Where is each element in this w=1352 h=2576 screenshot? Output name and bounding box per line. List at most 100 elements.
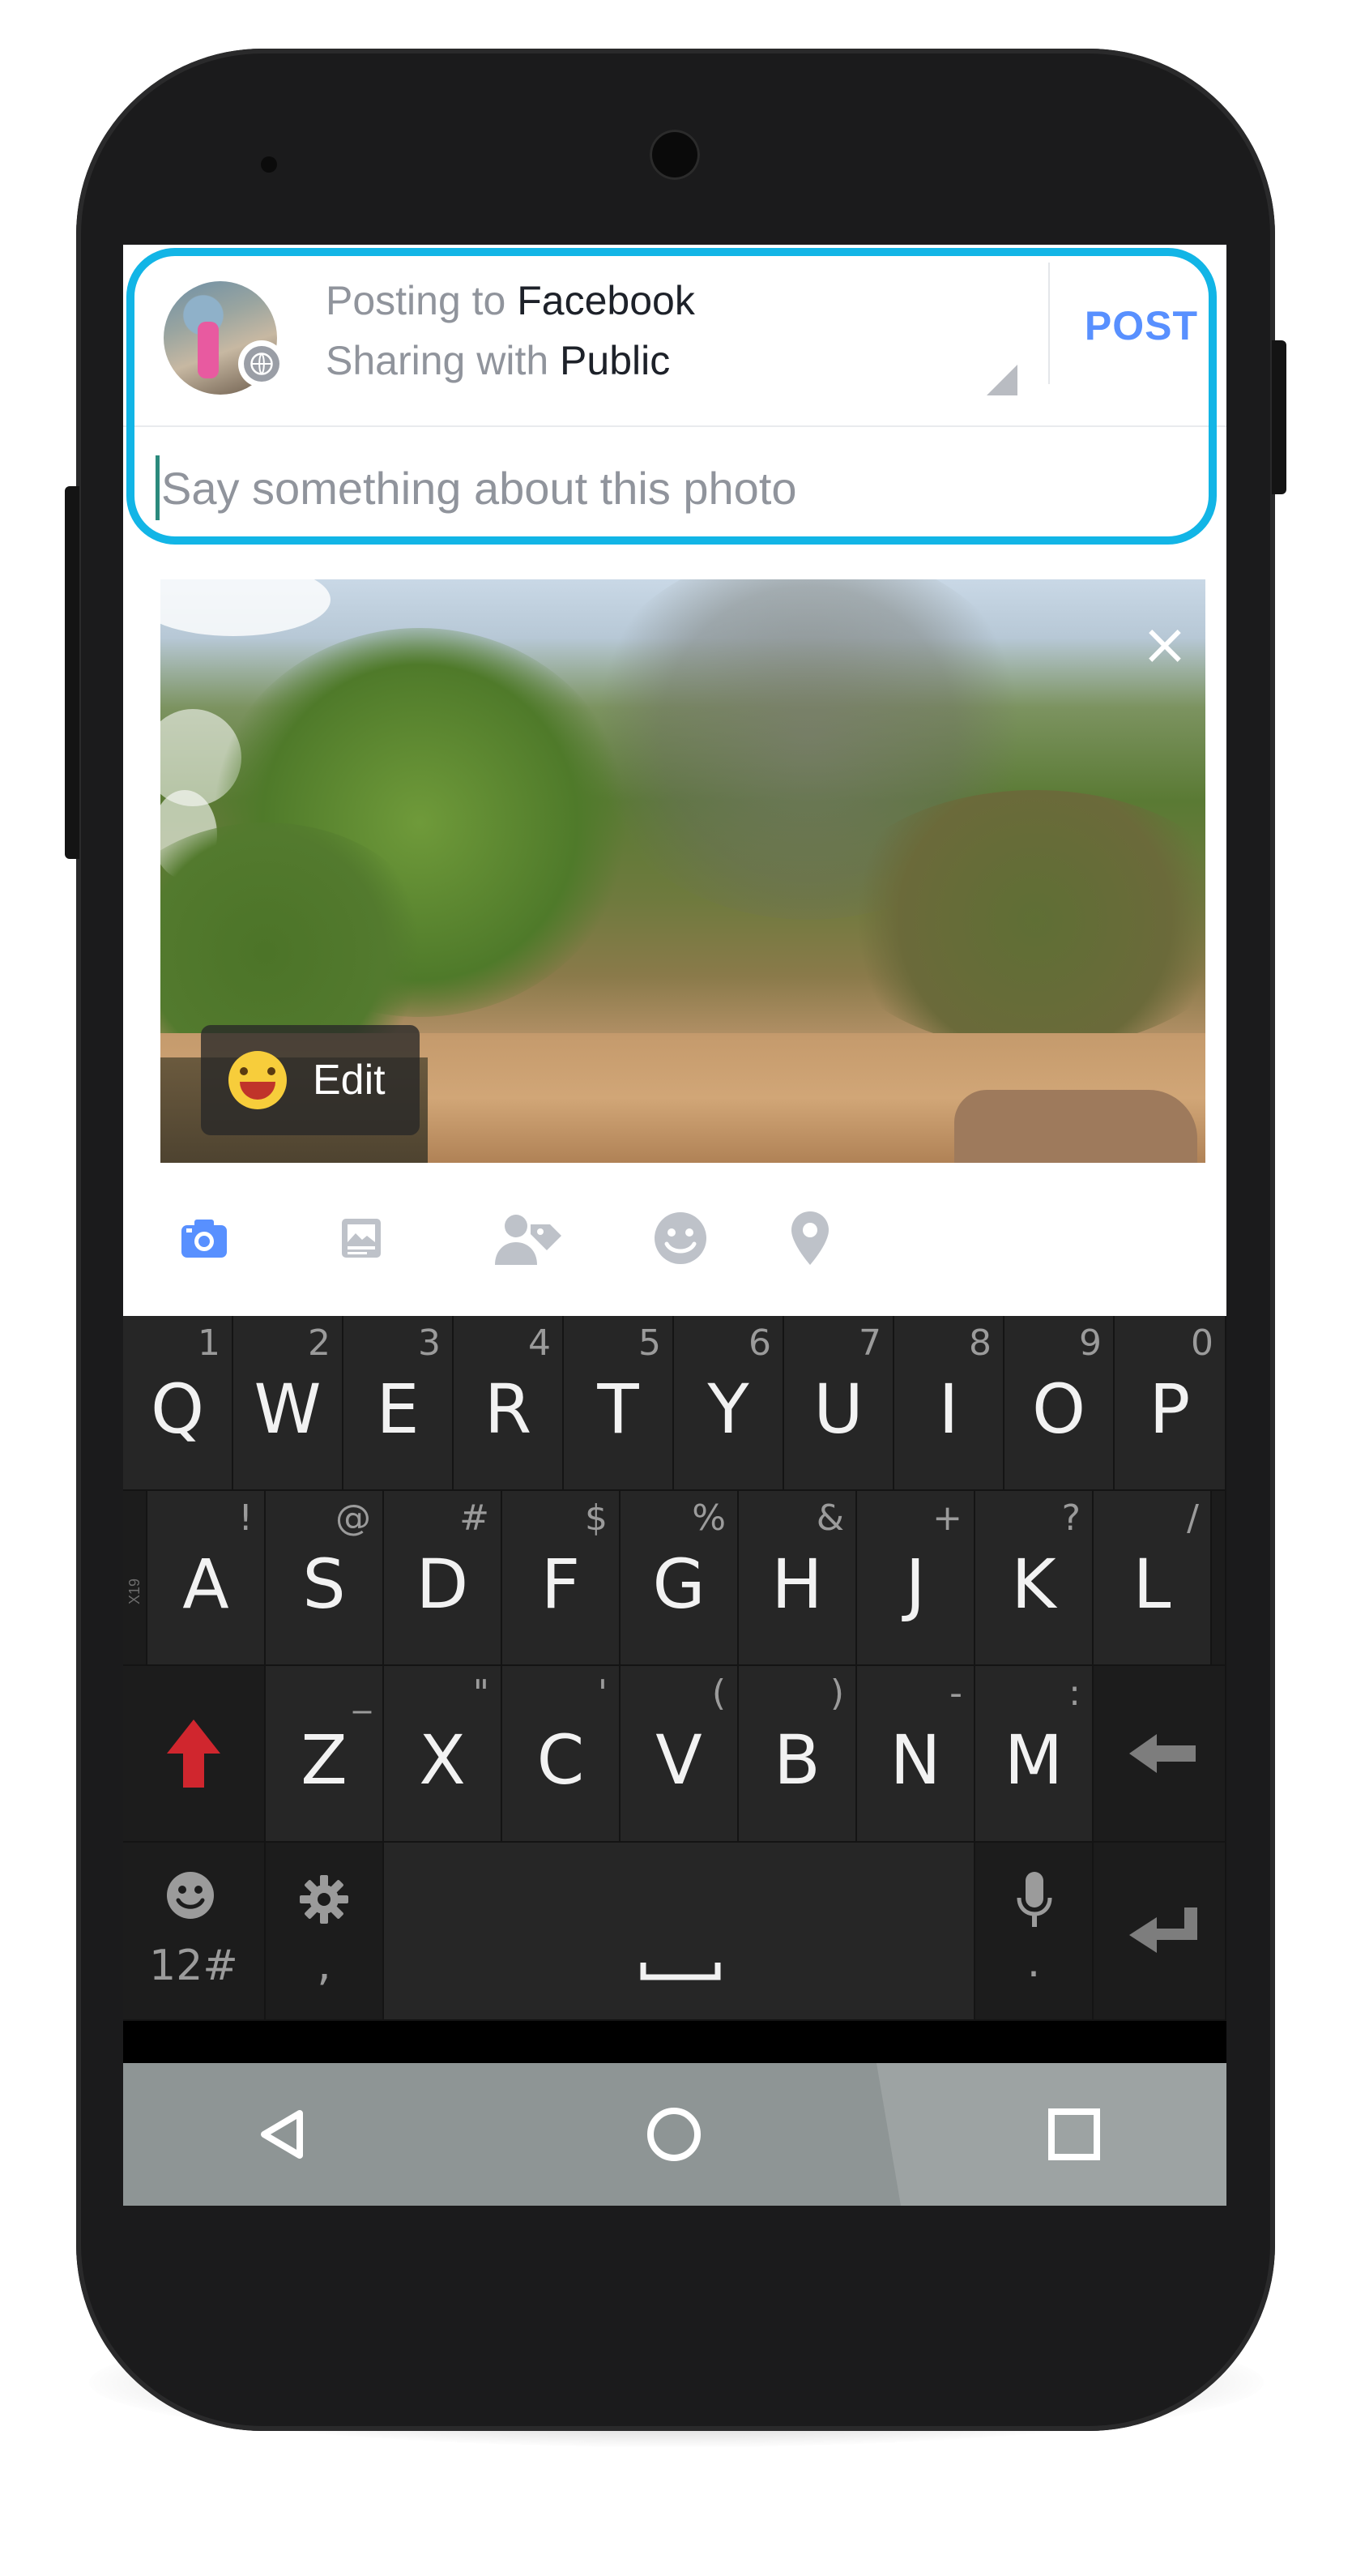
shift-arrow-icon xyxy=(167,1719,220,1788)
key-z-label: Z xyxy=(301,1719,348,1800)
key-r-label: R xyxy=(484,1369,532,1449)
period-label: . xyxy=(1026,1938,1041,1987)
edit-photo-button[interactable]: Edit xyxy=(201,1025,420,1135)
key-v[interactable]: (V xyxy=(621,1666,739,1843)
key-i[interactable]: 8I xyxy=(894,1316,1004,1491)
numbers-label: 12# xyxy=(149,1942,238,1990)
key-j[interactable]: + J xyxy=(857,1491,975,1666)
key-l[interactable]: / L xyxy=(1094,1491,1212,1666)
key-s[interactable]: @ S xyxy=(266,1491,384,1666)
key-y[interactable]: 6Y xyxy=(674,1316,784,1491)
key-z[interactable]: _ Z xyxy=(266,1666,384,1843)
key-q[interactable]: 1Q xyxy=(123,1316,233,1491)
key-i-alt: 8 xyxy=(969,1322,992,1364)
key-o-label: O xyxy=(1031,1369,1086,1449)
key-f[interactable]: $ F xyxy=(502,1491,621,1666)
key-t-alt: 5 xyxy=(638,1322,661,1364)
posting-to-line[interactable]: Posting to Facebook xyxy=(326,277,695,324)
key-h-label: H xyxy=(771,1544,823,1624)
key-l-alt: / xyxy=(1187,1497,1199,1539)
space-key[interactable] xyxy=(384,1843,975,2021)
emoji-numbers-key[interactable]: 12# xyxy=(123,1843,266,2021)
keyboard-side-tag: X19 xyxy=(126,1578,143,1604)
sharing-with-line[interactable]: Sharing with Public xyxy=(326,337,670,384)
key-o[interactable]: 9O xyxy=(1004,1316,1115,1491)
key-w-alt: 2 xyxy=(308,1322,331,1364)
key-t[interactable]: 5T xyxy=(564,1316,674,1491)
attached-photo[interactable]: × Edit xyxy=(160,579,1205,1163)
key-m[interactable]: :M xyxy=(975,1666,1094,1843)
key-k[interactable]: ? K xyxy=(975,1491,1094,1666)
key-p[interactable]: 0P xyxy=(1115,1316,1226,1491)
proximity-sensor xyxy=(261,156,277,173)
photo-cloud xyxy=(160,579,331,636)
backspace-key[interactable] xyxy=(1094,1666,1226,1843)
smiley-emoji-icon xyxy=(228,1051,287,1109)
remove-photo-icon[interactable]: × xyxy=(1137,616,1193,673)
navigation-bar xyxy=(123,2063,1226,2206)
key-z-alt: _ xyxy=(353,1672,371,1714)
key-h[interactable]: & H xyxy=(739,1491,857,1666)
key-n-label: N xyxy=(889,1719,941,1800)
key-m-alt: : xyxy=(1068,1672,1081,1714)
key-s-alt: @ xyxy=(335,1497,371,1539)
key-d[interactable]: # D xyxy=(384,1491,502,1666)
key-e-label: E xyxy=(376,1369,420,1449)
key-o-alt: 9 xyxy=(1079,1322,1102,1364)
shift-key[interactable] xyxy=(123,1666,266,1843)
status-input[interactable]: Say something about this photo xyxy=(156,451,1176,524)
key-f-label: F xyxy=(540,1544,581,1624)
edit-label: Edit xyxy=(313,1057,386,1104)
camera-icon[interactable] xyxy=(172,1206,237,1271)
recents-icon[interactable] xyxy=(1034,2094,1115,2175)
key-u[interactable]: 7U xyxy=(784,1316,894,1491)
key-s-label: S xyxy=(302,1544,346,1624)
key-g[interactable]: % G xyxy=(621,1491,739,1666)
privacy-badge xyxy=(238,340,285,387)
key-a[interactable]: ! A xyxy=(147,1491,266,1666)
tag-people-icon[interactable] xyxy=(488,1206,569,1271)
home-icon[interactable] xyxy=(633,2094,714,2175)
comma-label: , xyxy=(317,1938,331,1991)
key-p-label: P xyxy=(1149,1369,1191,1449)
header-separator xyxy=(123,425,1226,427)
key-y-alt: 6 xyxy=(749,1322,771,1364)
feeling-icon[interactable] xyxy=(648,1206,713,1271)
settings-comma-key[interactable]: , xyxy=(266,1843,384,2021)
backspace-arrow-icon xyxy=(1129,1734,1196,1773)
key-x[interactable]: " X xyxy=(384,1666,502,1843)
key-w-label: W xyxy=(254,1369,322,1449)
key-i-label: I xyxy=(938,1369,959,1449)
back-icon[interactable] xyxy=(241,2094,322,2175)
key-w[interactable]: 2W xyxy=(233,1316,343,1491)
key-k-alt: ? xyxy=(1061,1497,1081,1539)
key-b[interactable]: ) B xyxy=(739,1666,857,1843)
location-icon[interactable] xyxy=(778,1206,842,1271)
post-header: Posting to Facebook Sharing with Public … xyxy=(123,245,1226,427)
key-v-label: V xyxy=(655,1719,702,1800)
key-n[interactable]: -N xyxy=(857,1666,975,1843)
post-button[interactable]: POST xyxy=(1073,293,1210,358)
microphone-icon xyxy=(1017,1872,1052,1927)
space-bar-icon xyxy=(640,1963,721,1980)
key-q-label: Q xyxy=(150,1369,205,1449)
key-c[interactable]: ' C xyxy=(502,1666,621,1843)
key-u-label: U xyxy=(813,1369,864,1449)
key-x-alt: " xyxy=(472,1672,489,1714)
mic-period-key[interactable]: . xyxy=(975,1843,1094,2021)
key-t-label: T xyxy=(597,1369,639,1449)
status-input-placeholder: Say something about this photo xyxy=(161,462,797,514)
key-y-label: Y xyxy=(707,1369,749,1449)
photo-album-icon[interactable] xyxy=(329,1206,394,1271)
key-r-alt: 4 xyxy=(528,1322,551,1364)
audience-dropdown-icon[interactable] xyxy=(987,365,1017,395)
key-l-label: L xyxy=(1132,1544,1171,1624)
key-e[interactable]: 3E xyxy=(343,1316,454,1491)
gear-icon xyxy=(300,1875,348,1924)
posting-target: Facebook xyxy=(517,278,695,323)
photo-rock xyxy=(954,1090,1197,1163)
enter-key[interactable] xyxy=(1094,1843,1226,2021)
key-g-alt: % xyxy=(692,1497,726,1539)
key-r[interactable]: 4R xyxy=(454,1316,564,1491)
key-f-alt: $ xyxy=(585,1497,608,1539)
